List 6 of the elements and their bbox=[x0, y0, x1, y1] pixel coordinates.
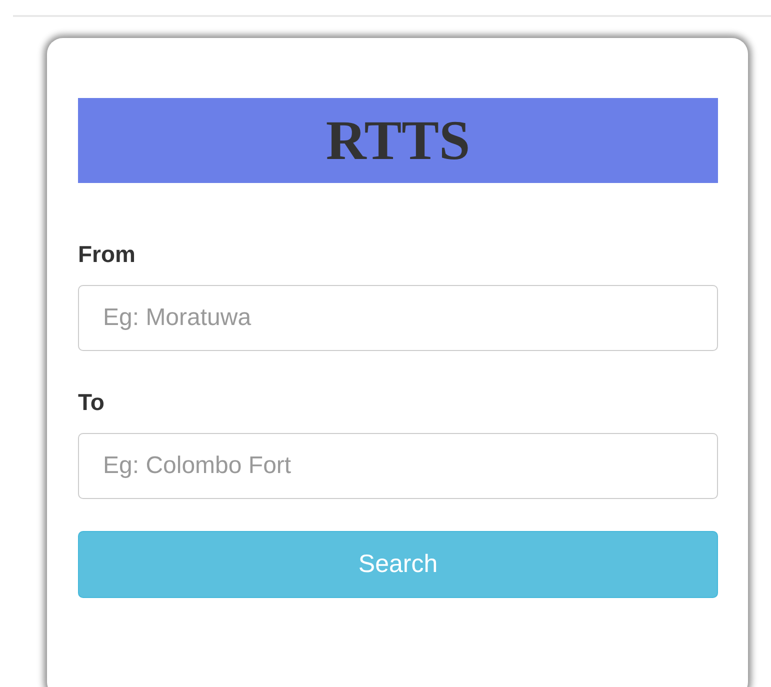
input-field[interactable]: Eg: Colombo Fort bbox=[78, 433, 718, 499]
title-banner: RTTS bbox=[78, 98, 718, 183]
input-field[interactable]: Eg: Moratuwa bbox=[78, 285, 718, 351]
field-label: To bbox=[78, 388, 106, 417]
field-label: From bbox=[78, 240, 136, 269]
search-button[interactable]: Search bbox=[78, 531, 718, 598]
